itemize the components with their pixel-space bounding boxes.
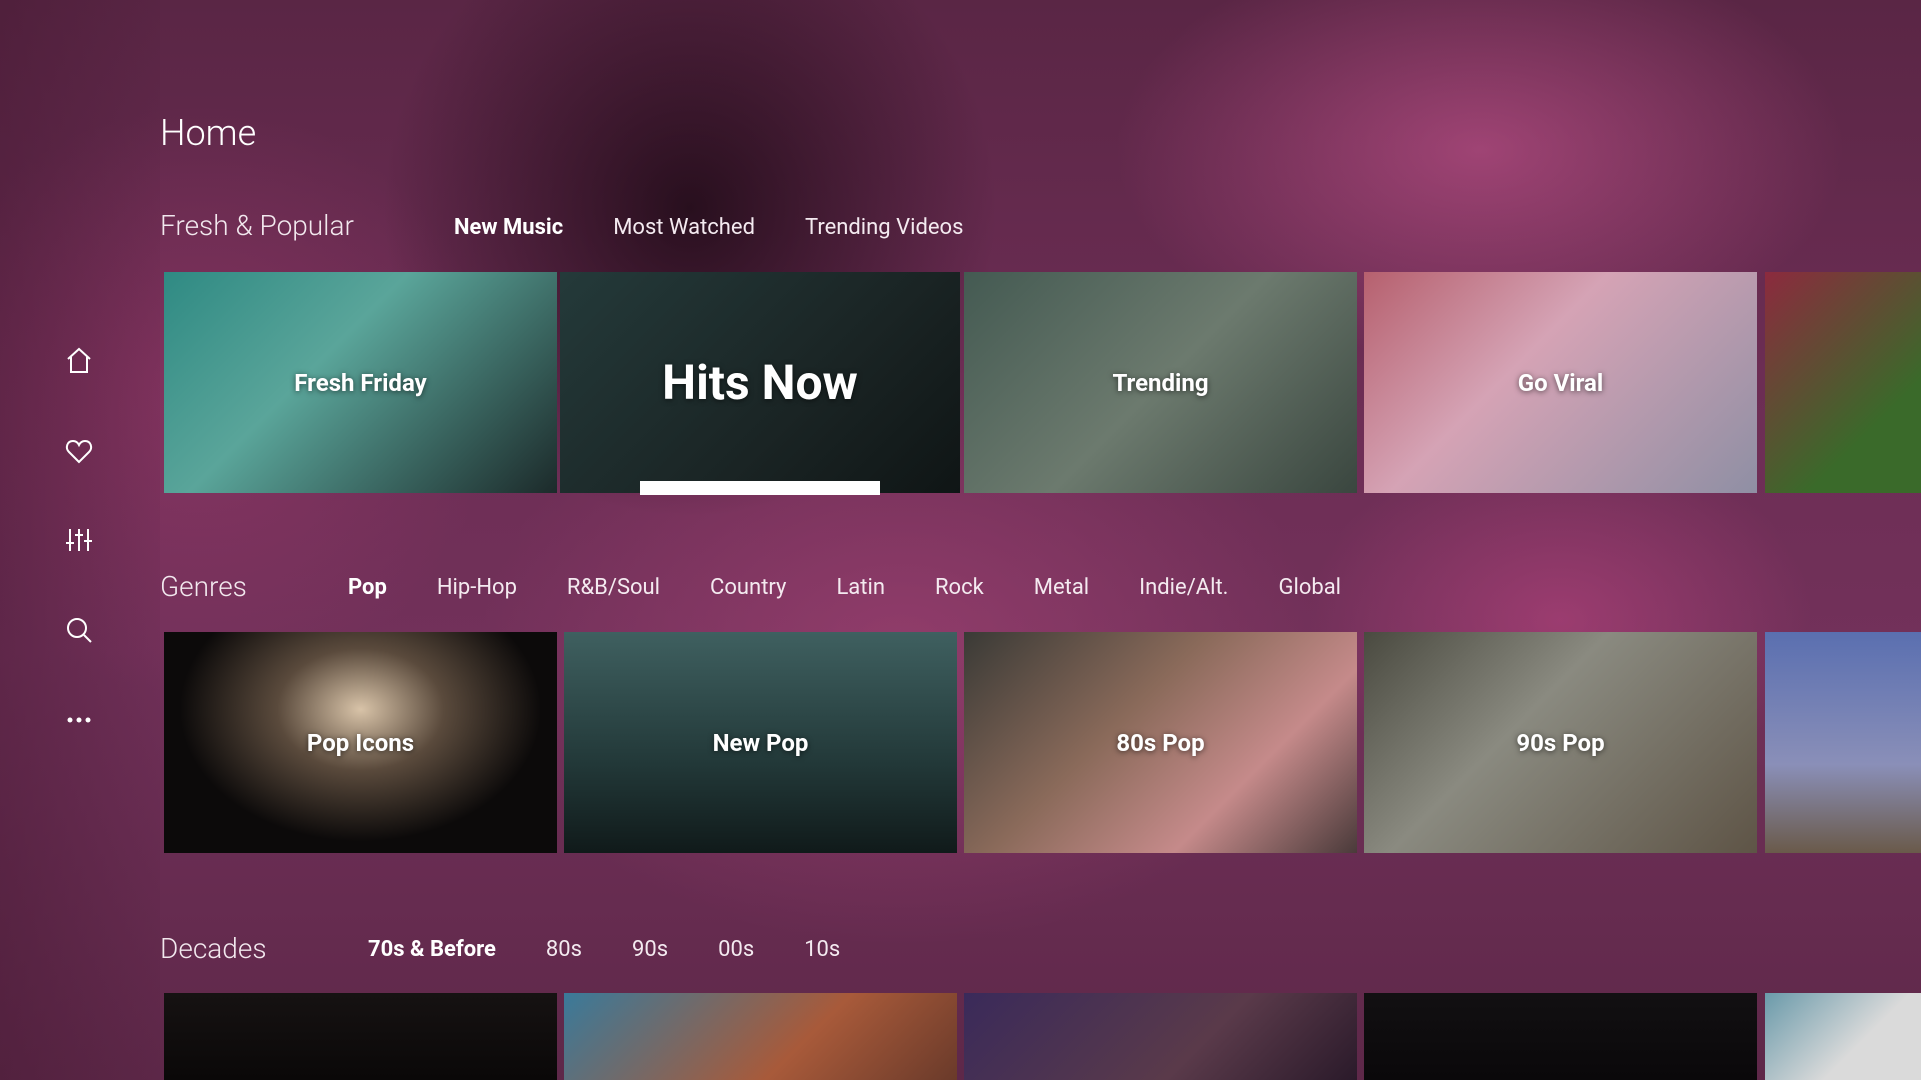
card-hits-now[interactable]: Hits Now xyxy=(560,272,960,493)
card-partial[interactable] xyxy=(1765,272,1921,493)
tab-rock[interactable]: Rock xyxy=(935,575,984,600)
genre-tabs: Pop Hip-Hop R&B/Soul Country Latin Rock … xyxy=(348,575,1341,600)
tab-90s[interactable]: 90s xyxy=(632,937,668,962)
tab-pop[interactable]: Pop xyxy=(348,575,387,600)
tab-country[interactable]: Country xyxy=(710,575,786,600)
card-partial[interactable] xyxy=(1765,632,1921,853)
card-label: 80s Pop xyxy=(1116,728,1205,757)
heart-icon[interactable] xyxy=(62,434,96,468)
section-title-fresh: Fresh & Popular xyxy=(160,209,354,242)
card-label: Go Viral xyxy=(1517,368,1604,397)
card-decade-4[interactable] xyxy=(1364,993,1757,1080)
tab-80s[interactable]: 80s xyxy=(546,937,582,962)
card-80s-pop[interactable]: 80s Pop xyxy=(964,632,1357,853)
tab-trending-videos[interactable]: Trending Videos xyxy=(805,215,963,240)
tab-00s[interactable]: 00s xyxy=(718,937,754,962)
tab-70s-before[interactable]: 70s & Before xyxy=(368,937,496,962)
tab-hip-hop[interactable]: Hip-Hop xyxy=(437,575,517,600)
card-decade-1[interactable] xyxy=(164,993,557,1080)
more-icon[interactable] xyxy=(62,703,96,737)
search-icon[interactable] xyxy=(62,613,96,647)
decade-tabs: 70s & Before 80s 90s 00s 10s xyxy=(368,937,840,962)
card-label: Trending xyxy=(1112,368,1209,397)
home-icon[interactable] xyxy=(62,343,96,377)
card-new-pop[interactable]: New Pop xyxy=(564,632,957,853)
card-label: Pop Icons xyxy=(306,728,415,757)
page-title: Home xyxy=(160,112,257,154)
focus-indicator xyxy=(640,481,880,495)
tab-rnb-soul[interactable]: R&B/Soul xyxy=(567,575,660,600)
card-label: 90s Pop xyxy=(1516,728,1605,757)
card-fresh-friday[interactable]: Fresh Friday xyxy=(164,272,557,493)
tab-latin[interactable]: Latin xyxy=(836,575,885,600)
tab-most-watched[interactable]: Most Watched xyxy=(613,215,755,240)
card-trending[interactable]: Trending xyxy=(964,272,1357,493)
card-90s-pop[interactable]: 90s Pop xyxy=(1364,632,1757,853)
fresh-tabs: New Music Most Watched Trending Videos xyxy=(454,215,963,240)
tab-new-music[interactable]: New Music xyxy=(454,215,563,240)
card-label: Hits Now xyxy=(662,354,858,411)
section-title-decades: Decades xyxy=(160,932,267,965)
card-go-viral[interactable]: Go Viral xyxy=(1364,272,1757,493)
card-decade-3[interactable] xyxy=(964,993,1357,1080)
tab-10s[interactable]: 10s xyxy=(804,937,840,962)
card-decade-2[interactable] xyxy=(564,993,957,1080)
tab-global[interactable]: Global xyxy=(1278,575,1341,600)
sidebar xyxy=(0,0,160,1080)
tab-metal[interactable]: Metal xyxy=(1034,575,1089,600)
sliders-icon[interactable] xyxy=(62,523,96,557)
tab-indie-alt[interactable]: Indie/Alt. xyxy=(1139,575,1228,600)
section-title-genres: Genres xyxy=(160,570,247,603)
card-pop-icons[interactable]: Pop Icons xyxy=(164,632,557,853)
card-partial[interactable] xyxy=(1765,993,1921,1080)
card-label: New Pop xyxy=(712,728,809,757)
card-label: Fresh Friday xyxy=(294,368,427,397)
